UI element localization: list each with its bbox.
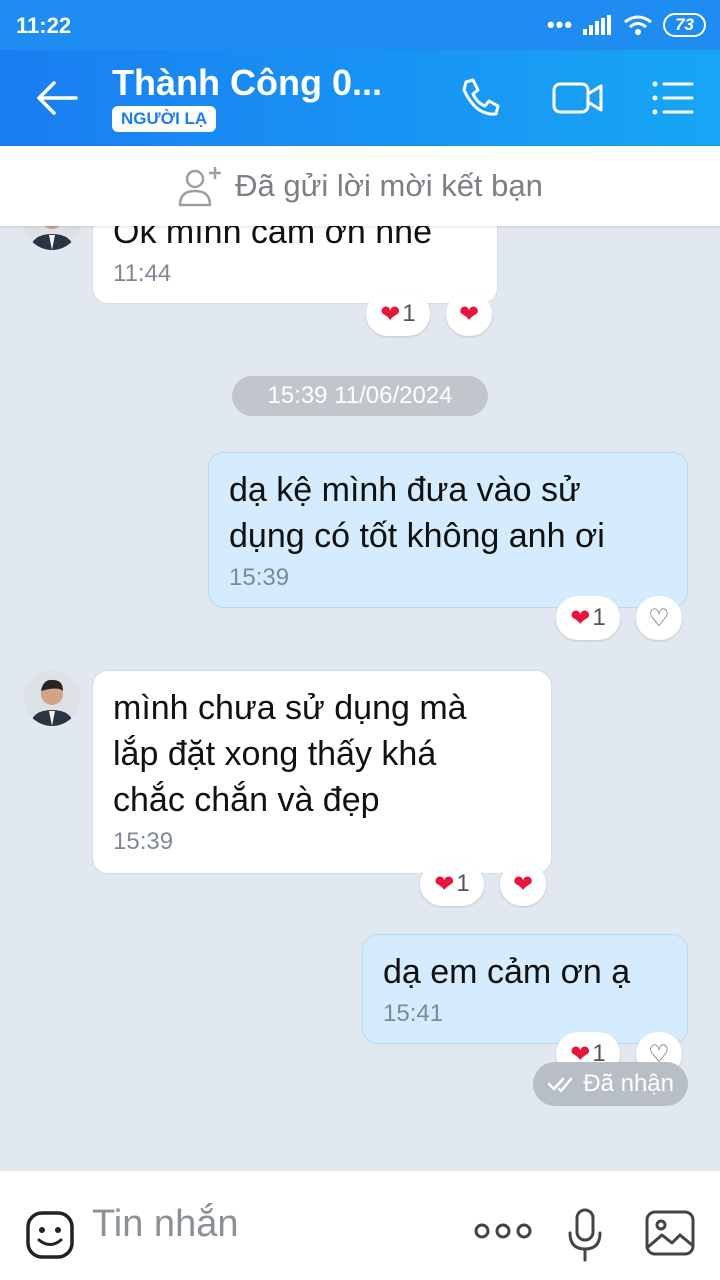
heart-icon: ❤ — [512, 870, 534, 898]
emoji-sticker-icon[interactable] — [24, 1209, 76, 1261]
signal-icon — [583, 15, 612, 35]
chat-area[interactable]: Ok mình cảm ơn nhé 11:44 ❤ 1 ❤ 15:39 11/… — [0, 226, 720, 1170]
reaction-summary[interactable]: ❤ 1 — [366, 292, 430, 336]
reaction-count: 1 — [456, 870, 470, 897]
double-check-icon — [548, 1077, 573, 1093]
message-text: mình chưa sử dụng mà lắp đặt xong thấy k… — [113, 689, 467, 819]
message-bubble-incoming[interactable]: mình chưa sử dụng mà lắp đặt xong thấy k… — [92, 670, 552, 874]
message-time: 15:39 — [113, 828, 174, 855]
friend-request-text: Đã gửi lời mời kết bạn — [235, 168, 543, 203]
person-avatar-icon — [24, 226, 80, 250]
heart-icon: ❤ — [570, 604, 591, 632]
heart-outline-icon: ♡ — [648, 604, 670, 632]
message-time: 15:41 — [383, 1000, 444, 1027]
message-bubble-outgoing[interactable]: dạ kệ mình đưa vào sử dụng có tốt không … — [208, 452, 688, 608]
friend-request-bar: Đã gửi lời mời kết bạn — [0, 146, 720, 226]
reaction-count: 1 — [592, 604, 606, 631]
reaction-summary[interactable]: ❤ 1 — [556, 596, 620, 640]
more-options-icon[interactable] — [474, 1221, 532, 1241]
battery-indicator: 73 — [663, 13, 706, 37]
person-avatar-icon — [24, 670, 80, 726]
contact-name[interactable]: Thành Công 0... — [112, 62, 382, 104]
message-text: dạ em cảm ơn ạ — [383, 953, 631, 991]
date-separator: 15:39 11/06/2024 — [232, 376, 488, 416]
status-time: 11:22 — [16, 13, 72, 38]
message-time: 15:39 — [229, 564, 290, 591]
message-input[interactable]: Tin nhắn — [92, 1203, 238, 1246]
image-gallery-icon[interactable] — [644, 1209, 696, 1257]
react-heart-button[interactable]: ♡ — [636, 596, 682, 640]
add-friend-icon — [178, 167, 222, 207]
heart-icon: ❤ — [434, 870, 455, 898]
phone-call-icon[interactable] — [456, 74, 504, 122]
video-call-icon[interactable] — [552, 74, 604, 122]
stranger-badge: NGƯỜI LẠ — [112, 106, 217, 132]
react-heart-button[interactable]: ❤ — [446, 292, 492, 336]
heart-icon: ❤ — [380, 300, 401, 328]
wifi-icon — [624, 15, 652, 35]
message-text: Ok mình cảm ơn nhé — [113, 226, 432, 251]
reaction-summary[interactable]: ❤ 1 — [420, 862, 484, 906]
heart-icon: ❤ — [458, 300, 480, 328]
avatar[interactable] — [24, 670, 80, 726]
back-arrow-icon[interactable] — [32, 78, 80, 118]
microphone-icon[interactable] — [566, 1207, 604, 1263]
message-bubble-incoming[interactable]: Ok mình cảm ơn nhé 11:44 — [92, 226, 498, 304]
avatar[interactable] — [24, 226, 80, 250]
more-dots-icon: ••• — [546, 12, 574, 37]
delivery-status-badge: Đã nhận — [533, 1062, 688, 1106]
menu-list-icon[interactable] — [648, 74, 696, 122]
status-bar: 11:22 ••• 73 — [0, 0, 720, 50]
react-heart-button[interactable]: ❤ — [500, 862, 546, 906]
delivery-status-text: Đã nhận — [583, 1070, 674, 1097]
reaction-count: 1 — [402, 300, 416, 327]
message-composer: Tin nhắn — [0, 1170, 720, 1280]
message-text: dạ kệ mình đưa vào sử dụng có tốt không … — [229, 471, 605, 555]
message-bubble-outgoing[interactable]: dạ em cảm ơn ạ 15:41 — [362, 934, 688, 1044]
chat-header: Thành Công 0... NGƯỜI LẠ — [0, 50, 720, 146]
message-time: 11:44 — [113, 260, 172, 287]
